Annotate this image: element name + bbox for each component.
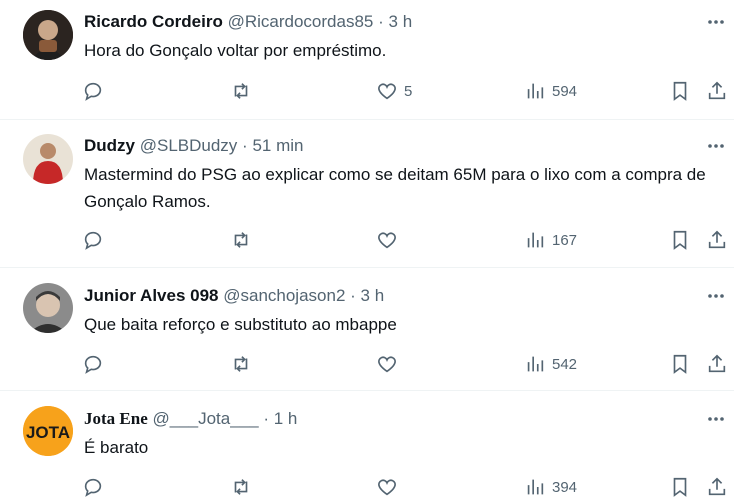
tweet[interactable]: Dudzy @SLBDudzy · 51 min Mastermind do P… (0, 120, 734, 267)
timestamp[interactable]: 51 min (252, 136, 303, 155)
like-button[interactable]: 5 (376, 79, 412, 103)
separator: · (242, 136, 248, 155)
views-button[interactable]: 594 (524, 79, 577, 103)
like-button[interactable] (376, 228, 404, 252)
views-button[interactable]: 394 (524, 475, 577, 499)
views-icon (527, 232, 544, 248)
retweet-button[interactable] (230, 475, 252, 499)
author-handle[interactable]: @Ricardocordas85 (228, 12, 374, 31)
avatar[interactable] (23, 10, 73, 60)
timestamp[interactable]: 1 h (274, 409, 298, 428)
tweet[interactable]: Ricardo Cordeiro @Ricardocordas85 · 3 h … (0, 0, 734, 119)
separator: · (378, 12, 384, 31)
share-icon (708, 230, 726, 249)
view-count: 542 (552, 355, 578, 373)
tweet[interactable]: Junior Alves 098 @sanchojason2 · 3 h Que… (0, 268, 734, 390)
views-icon (527, 356, 544, 372)
more-icon[interactable] (706, 409, 726, 429)
share-icon (708, 354, 726, 373)
tweet-text: Que baita reforço e substituto ao mbappe (84, 315, 397, 334)
like-count: 5 (404, 82, 413, 100)
reply-icon (84, 82, 102, 101)
share-icon (708, 81, 726, 100)
like-icon (378, 479, 396, 496)
share-button[interactable] (706, 475, 728, 499)
author-handle[interactable]: @sanchojason2 (223, 286, 345, 305)
bookmark-button[interactable] (669, 475, 691, 499)
author-name[interactable]: Dudzy (84, 136, 135, 155)
reply-icon (84, 355, 102, 374)
views-button[interactable]: 542 (524, 352, 577, 376)
like-button[interactable] (376, 475, 404, 499)
avatar-logo-text: JOTA (26, 423, 70, 442)
view-count: 167 (552, 231, 578, 249)
author-handle[interactable]: @SLBDudzy (140, 136, 238, 155)
share-icon (708, 477, 726, 496)
share-button[interactable] (706, 352, 728, 376)
views-icon (527, 83, 544, 99)
bookmark-icon (673, 477, 687, 497)
reply-icon (84, 231, 102, 250)
bookmark-icon (673, 354, 687, 374)
bookmark-button[interactable] (669, 228, 691, 252)
tweet-text: É barato (84, 438, 149, 457)
author-name[interactable]: Junior Alves 098 (84, 286, 219, 305)
share-button[interactable] (706, 79, 728, 103)
like-icon (378, 232, 396, 249)
tweet[interactable]: JOTA Jota Ene @___Jota___ · 1 h É barato… (0, 391, 734, 497)
like-icon (378, 83, 396, 100)
bookmark-icon (673, 81, 687, 101)
timestamp[interactable]: 3 h (389, 12, 413, 31)
retweet-icon (234, 356, 248, 372)
view-count: 594 (552, 82, 578, 100)
separator: · (350, 286, 356, 305)
avatar[interactable] (23, 283, 73, 333)
more-icon[interactable] (706, 286, 726, 306)
view-count: 394 (552, 478, 578, 496)
views-icon (527, 479, 544, 495)
like-icon (378, 356, 396, 373)
more-icon[interactable] (706, 12, 726, 32)
retweet-icon (234, 479, 248, 495)
avatar[interactable]: JOTA (23, 406, 73, 456)
retweet-icon (234, 83, 248, 99)
more-icon[interactable] (706, 136, 726, 156)
retweet-button[interactable] (230, 228, 252, 252)
retweet-icon (234, 232, 248, 248)
reply-button[interactable] (82, 475, 104, 499)
avatar[interactable] (23, 134, 73, 184)
reply-button[interactable] (82, 228, 104, 252)
author-name[interactable]: Jota Ene (84, 409, 148, 428)
views-button[interactable]: 167 (524, 228, 577, 252)
tweet-text: Mastermind do PSG ao explicar como se de… (84, 165, 706, 211)
tweet-text: Hora do Gonçalo voltar por empréstimo. (84, 41, 387, 60)
reply-button[interactable] (82, 352, 104, 376)
timestamp[interactable]: 3 h (361, 286, 385, 305)
share-button[interactable] (706, 228, 728, 252)
bookmark-button[interactable] (669, 79, 691, 103)
retweet-button[interactable] (230, 352, 252, 376)
author-handle[interactable]: @___Jota___ (152, 409, 258, 428)
retweet-button[interactable] (230, 79, 252, 103)
like-button[interactable] (376, 352, 404, 376)
separator: · (263, 409, 270, 428)
reply-icon (84, 478, 102, 497)
reply-button[interactable] (82, 79, 104, 103)
bookmark-icon (673, 230, 687, 250)
author-name[interactable]: Ricardo Cordeiro (84, 12, 223, 31)
bookmark-button[interactable] (669, 352, 691, 376)
